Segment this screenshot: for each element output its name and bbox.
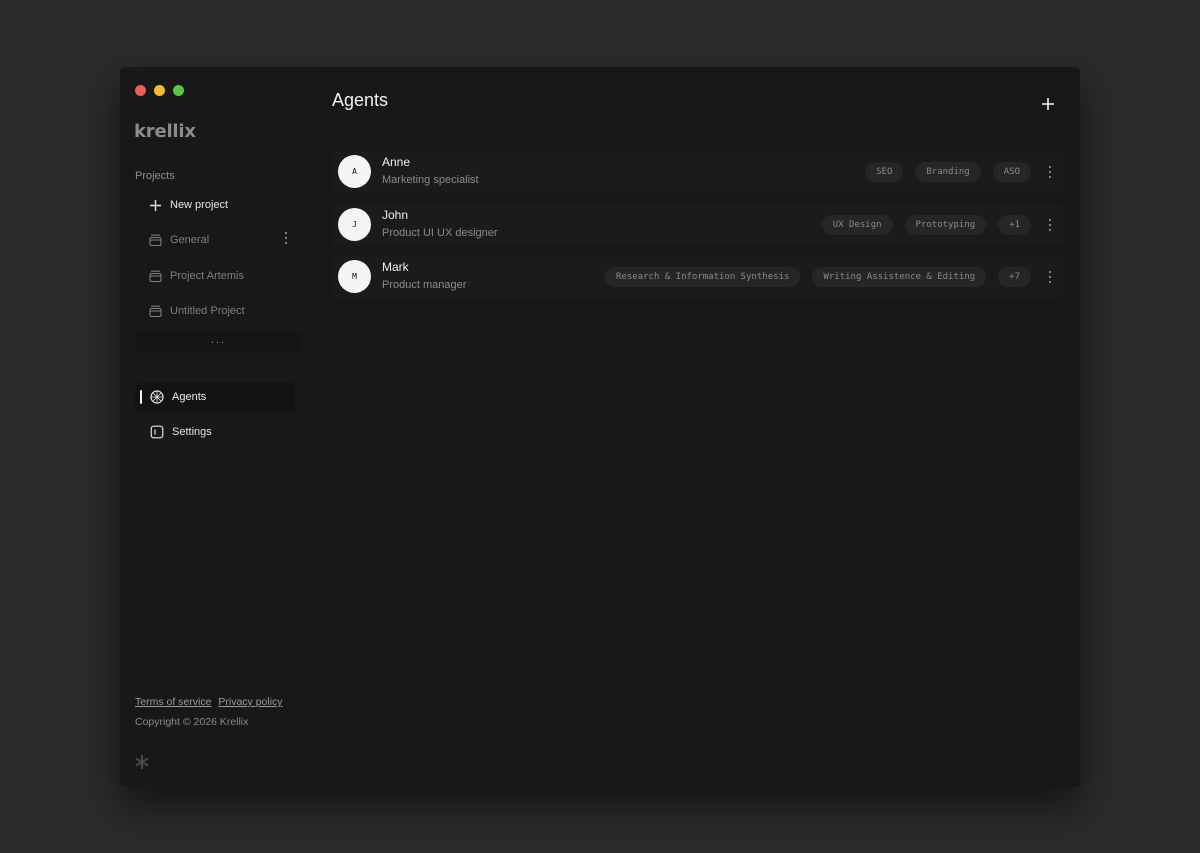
tag: Prototyping [904,215,987,235]
agent-row-john[interactable]: J John Product UI UX designer UX Design … [333,204,1064,246]
agent-menu-button[interactable] [1044,163,1056,181]
project-menu-button[interactable] [282,231,290,249]
box-icon [148,304,162,318]
app-window: krellix Projects New project General Pro… [120,67,1080,787]
settings-icon [150,425,164,439]
sidebar-item-label: Agents [172,391,207,403]
tag-overflow-count[interactable]: +7 [998,267,1031,287]
asterisk-logo-icon [134,747,150,777]
sidebar-item-label: Project Artemis [170,270,244,282]
avatar: J [338,208,371,241]
show-more-projects-button[interactable]: ... [135,332,302,352]
agent-role: Marketing specialist [382,174,479,186]
agent-menu-button[interactable] [1044,216,1056,234]
sidebar-item-settings[interactable]: Settings [150,420,212,444]
agent-row-anne[interactable]: A Anne Marketing specialist SEO Branding… [333,151,1064,193]
window-controls [135,85,184,96]
projects-section-label: Projects [135,170,175,182]
plus-icon [1037,98,1059,119]
agent-tags: UX Design Prototyping +1 [821,215,1031,235]
tag: Branding [915,162,981,182]
sidebar-item-agents[interactable]: Agents [135,382,295,412]
sidebar-item-label: General [170,234,210,246]
box-icon [148,269,162,283]
sidebar: krellix Projects New project General Pro… [120,67,316,787]
tag: Research & Information Synthesis [605,267,801,287]
agent-role: Product manager [382,279,467,291]
terms-of-service-link[interactable]: Terms of service [135,696,211,708]
tag-overflow-count[interactable]: +1 [998,215,1031,235]
new-project-label: New project [170,199,229,211]
app-logo: krellix [134,121,196,142]
close-window-button[interactable] [135,85,146,96]
agent-tags: Research & Information Synthesis Writing… [605,267,1031,287]
add-agent-button[interactable] [1037,93,1059,115]
new-project-button[interactable]: New project [148,193,298,217]
box-icon [148,233,162,247]
maximize-window-button[interactable] [173,85,184,96]
agents-icon [150,390,164,404]
agent-name: John [382,208,409,222]
plus-icon [148,198,162,212]
avatar: A [338,155,371,188]
agent-name: Mark [382,260,409,274]
agent-tags: SEO Branding ASO [865,162,1031,182]
tag: Writing Assistence & Editing [812,267,987,287]
page-title: Agents [332,90,389,110]
tag: ASO [992,162,1031,182]
copyright-text: Copyright © 2026 Krellix [135,716,249,728]
sidebar-item-label: Settings [172,426,212,438]
sidebar-item-untitled-project[interactable]: Untitled Project [148,299,298,323]
sidebar-item-project-artemis[interactable]: Project Artemis [148,264,298,288]
tag: UX Design [821,215,893,235]
active-indicator [140,390,142,404]
sidebar-item-general[interactable]: General [148,228,298,252]
avatar: M [338,260,371,293]
privacy-policy-link[interactable]: Privacy policy [218,696,282,708]
agent-row-mark[interactable]: M Mark Product manager Research & Inform… [333,256,1064,298]
tag: SEO [865,162,904,182]
agent-role: Product UI UX designer [382,227,498,239]
sidebar-item-label: Untitled Project [170,305,245,317]
footer-links: Terms of service Privacy policy [135,696,287,708]
minimize-window-button[interactable] [154,85,165,96]
agent-name: Anne [382,155,411,169]
agent-menu-button[interactable] [1044,268,1056,286]
